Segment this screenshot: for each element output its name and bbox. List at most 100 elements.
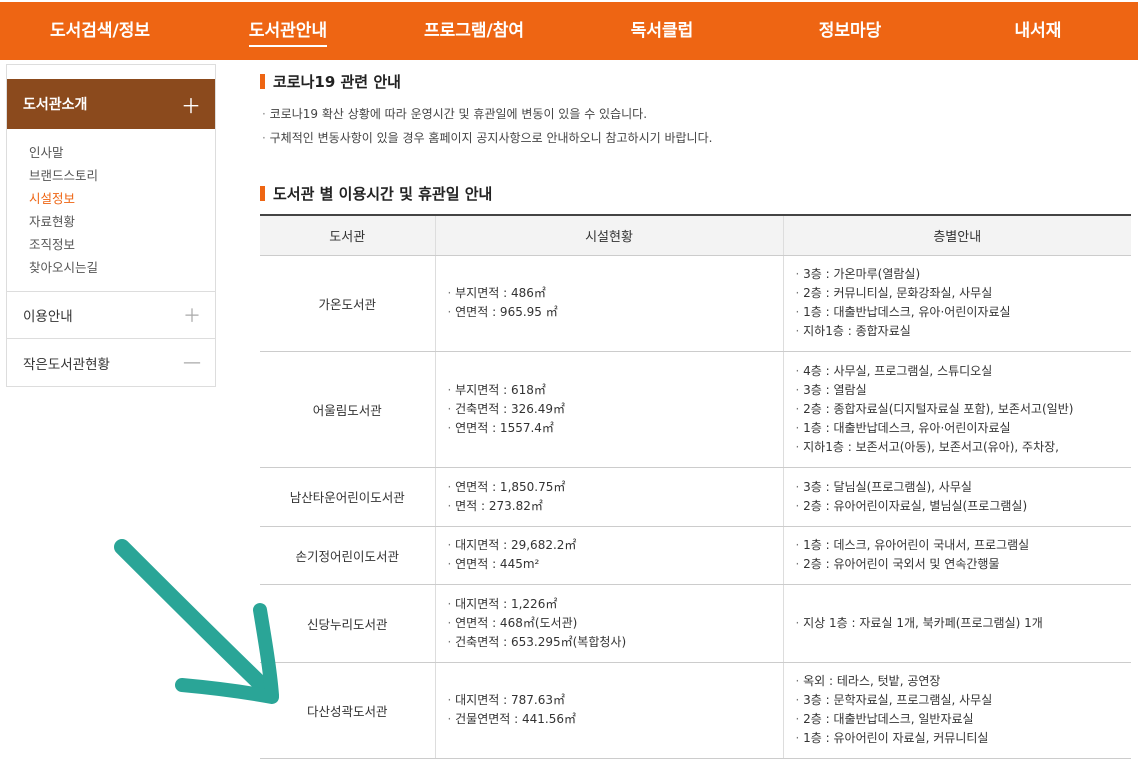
- heading-bar: [260, 73, 265, 89]
- facility-cell: 대지면적 : 787.63㎡ 건물연면적 : 441.56㎡: [434, 662, 783, 759]
- sidebar: 도서관소개 ＋ 인사말 브랜드스토리 시설정보 자료현황 조직정보 찾아오시는길…: [6, 64, 216, 387]
- floors-cell: 4층 : 사무실, 프로그램실, 스튜디오실 3층 : 열람실 2층 : 종합자…: [782, 351, 1132, 468]
- floor-item: 2층 : 커뮤니티실, 문화강좌실, 사무실: [796, 284, 1132, 303]
- sidebar-item-greeting[interactable]: 인사말: [29, 141, 215, 164]
- sidebar-item-collection[interactable]: 자료현황: [29, 210, 215, 233]
- floors-cell: 옥외 : 테라스, 텃밭, 공연장 3층 : 문학자료실, 프로그램실, 사무실…: [782, 662, 1132, 759]
- minus-icon: —: [183, 352, 201, 373]
- nav-item-library-guide[interactable]: 도서관안내: [228, 2, 348, 60]
- floor-item: 1층 : 데스크, 유아어린이 국내서, 프로그램실: [796, 536, 1132, 555]
- sidebar-section-library-intro[interactable]: 도서관소개 ＋: [7, 79, 215, 129]
- floor-item: 1층 : 대출반납데스크, 유아·어린이자료실: [796, 303, 1132, 322]
- library-name: 다산성곽도서관: [260, 662, 435, 759]
- floors-cell: 1층 : 데스크, 유아어린이 국내서, 프로그램실 2층 : 유아어린이 국외…: [782, 526, 1132, 585]
- facility-cell: 부지면적 : 486㎡ 연면적 : 965.95 ㎡: [434, 255, 783, 352]
- facility-cell: 대지면적 : 29,682.2㎡ 연면적 : 445m²: [434, 526, 783, 585]
- column-header-floors: 층별안내: [782, 215, 1131, 256]
- sidebar-row-label: 이용안내: [23, 309, 73, 325]
- facility-item: 대지면적 : 29,682.2㎡: [448, 536, 783, 555]
- notice-heading: 코로나19 관련 안내: [260, 68, 1132, 94]
- sidebar-sub-list: 인사말 브랜드스토리 시설정보 자료현황 조직정보 찾아오시는길: [7, 129, 215, 292]
- library-table: 도서관 시설현황 층별안내 가온도서관 부지면적 : 486㎡ 연면적 : 96…: [260, 214, 1131, 759]
- facility-item: 연면적 : 445m²: [448, 555, 783, 574]
- facility-item: 연면적 : 965.95 ㎡: [448, 303, 783, 322]
- top-nav: 도서검색/정보 도서관안내 프로그램/참여 독서클럽 정보마당 내서재: [0, 2, 1138, 60]
- table-row: 어울림도서관 부지면적 : 618㎡ 건축면적 : 326.49㎡ 연면적 : …: [260, 351, 1132, 468]
- hours-heading: 도서관 별 이용시간 및 휴관일 안내: [260, 180, 1132, 206]
- floor-item: 지하1층 : 종합자료실: [796, 322, 1132, 341]
- notice-title: 코로나19 관련 안내: [273, 72, 401, 91]
- table-row: 다산성곽도서관 대지면적 : 787.63㎡ 건물연면적 : 441.56㎡ 옥…: [260, 662, 1132, 759]
- facility-item: 부지면적 : 486㎡: [448, 284, 783, 303]
- nav-item-programs[interactable]: 프로그램/참여: [414, 2, 534, 60]
- nav-label: 도서관안내: [248, 21, 328, 47]
- nav-label: 정보마당: [818, 21, 882, 41]
- facility-item: 대지면적 : 1,226㎡: [448, 595, 783, 614]
- facility-cell: 부지면적 : 618㎡ 건축면적 : 326.49㎡ 연면적 : 1557.4㎡: [434, 351, 783, 468]
- floors-cell: 3층 : 가온마루(열람실) 2층 : 커뮤니티실, 문화강좌실, 사무실 1층…: [782, 255, 1132, 352]
- table-row: 남산타운어린이도서관 연면적 : 1,850.75㎡ 면적 : 273.82㎡ …: [260, 467, 1132, 527]
- floor-item: 3층 : 달님실(프로그램실), 사무실: [796, 478, 1132, 497]
- sidebar-item-directions[interactable]: 찾아오시는길: [29, 256, 215, 279]
- facility-item: 연면적 : 1,850.75㎡: [448, 478, 783, 497]
- facility-item: 연면적 : 468㎡(도서관): [448, 614, 783, 633]
- column-header-library: 도서관: [260, 215, 435, 256]
- nav-item-info[interactable]: 정보마당: [790, 2, 910, 60]
- nav-label: 독서클럽: [630, 21, 694, 41]
- facility-cell: 연면적 : 1,850.75㎡ 면적 : 273.82㎡: [434, 467, 783, 527]
- nav-label: 내서재: [1014, 21, 1062, 41]
- floor-item: 3층 : 문학자료실, 프로그램실, 사무실: [796, 691, 1132, 710]
- sidebar-item-brand-story[interactable]: 브랜드스토리: [29, 164, 215, 187]
- library-name: 가온도서관: [260, 255, 435, 352]
- floor-item: 4층 : 사무실, 프로그램실, 스튜디오실: [796, 362, 1132, 381]
- library-name: 손기정어린이도서관: [260, 526, 435, 585]
- nav-label: 프로그램/참여: [423, 21, 525, 41]
- sidebar-section-title: 도서관소개: [23, 97, 88, 113]
- nav-item-my-library[interactable]: 내서재: [978, 2, 1098, 60]
- floor-item: 지상 1층 : 자료실 1개, 북카페(프로그램실) 1개: [796, 614, 1132, 633]
- floor-item: 2층 : 대출반납데스크, 일반자료실: [796, 710, 1132, 729]
- notice-line: 구체적인 변동사항이 있을 경우 홈페이지 공지사항으로 안내하오니 참고하시기…: [262, 126, 1132, 150]
- sidebar-item-facilities[interactable]: 시설정보: [29, 187, 215, 210]
- nav-item-reading-club[interactable]: 독서클럽: [602, 2, 722, 60]
- facility-item: 대지면적 : 787.63㎡: [448, 691, 783, 710]
- library-name: 신당누리도서관: [260, 584, 435, 663]
- facility-cell: 대지면적 : 1,226㎡ 연면적 : 468㎡(도서관) 건축면적 : 653…: [434, 584, 783, 663]
- floor-item: 2층 : 유아어린이 국외서 및 연속간행물: [796, 555, 1132, 574]
- floor-item: 2층 : 유아어린이자료실, 별님실(프로그램실): [796, 497, 1132, 516]
- heading-bar: [260, 185, 265, 201]
- facility-item: 연면적 : 1557.4㎡: [448, 419, 783, 438]
- main-content: 코로나19 관련 안내 코로나19 확산 상황에 따라 운영시간 및 휴관일에 …: [260, 68, 1132, 759]
- floor-item: 옥외 : 테라스, 텃밭, 공연장: [796, 672, 1132, 691]
- facility-item: 건축면적 : 326.49㎡: [448, 400, 783, 419]
- library-name: 어울림도서관: [260, 351, 435, 468]
- table-row: 신당누리도서관 대지면적 : 1,226㎡ 연면적 : 468㎡(도서관) 건축…: [260, 584, 1132, 663]
- table-row: 가온도서관 부지면적 : 486㎡ 연면적 : 965.95 ㎡ 3층 : 가온…: [260, 255, 1132, 352]
- notice-line: 코로나19 확산 상황에 따라 운영시간 및 휴관일에 변동이 있을 수 있습니…: [262, 102, 1132, 126]
- facility-item: 건축면적 : 653.295㎡(복합청사): [448, 633, 783, 652]
- library-name: 남산타운어린이도서관: [260, 467, 435, 527]
- floors-cell: 3층 : 달님실(프로그램실), 사무실 2층 : 유아어린이자료실, 별님실(…: [782, 467, 1132, 527]
- floors-cell: 지상 1층 : 자료실 1개, 북카페(프로그램실) 1개: [782, 584, 1132, 663]
- floor-item: 1층 : 유아어린이 자료실, 커뮤니티실: [796, 729, 1132, 748]
- floor-item: 1층 : 대출반납데스크, 유아·어린이자료실: [796, 419, 1132, 438]
- sidebar-item-usage-guide[interactable]: 이용안내 ＋: [7, 292, 215, 339]
- floor-item: 2층 : 종합자료실(디지털자료실 포함), 보존서고(일반): [796, 400, 1132, 419]
- floor-item: 3층 : 열람실: [796, 381, 1132, 400]
- hours-title: 도서관 별 이용시간 및 휴관일 안내: [273, 184, 493, 203]
- nav-label: 도서검색/정보: [49, 21, 151, 41]
- column-header-facility: 시설현황: [434, 215, 783, 256]
- notice-list: 코로나19 확산 상황에 따라 운영시간 및 휴관일에 변동이 있을 수 있습니…: [262, 102, 1132, 150]
- table-header-row: 도서관 시설현황 층별안내: [260, 215, 1131, 256]
- facility-item: 면적 : 273.82㎡: [448, 497, 783, 516]
- nav-item-book-search[interactable]: 도서검색/정보: [40, 2, 160, 60]
- facility-item: 부지면적 : 618㎡: [448, 381, 783, 400]
- plus-icon: ＋: [181, 93, 201, 118]
- floor-item: 3층 : 가온마루(열람실): [796, 265, 1132, 284]
- sidebar-row-label: 작은도서관현황: [23, 356, 110, 373]
- facility-item: 건물연면적 : 441.56㎡: [448, 710, 783, 729]
- sidebar-item-small-libraries[interactable]: 작은도서관현황 —: [7, 339, 215, 386]
- sidebar-item-organization[interactable]: 조직정보: [29, 233, 215, 256]
- plus-icon: ＋: [183, 306, 201, 327]
- table-row: 손기정어린이도서관 대지면적 : 29,682.2㎡ 연면적 : 445m² 1…: [260, 526, 1132, 585]
